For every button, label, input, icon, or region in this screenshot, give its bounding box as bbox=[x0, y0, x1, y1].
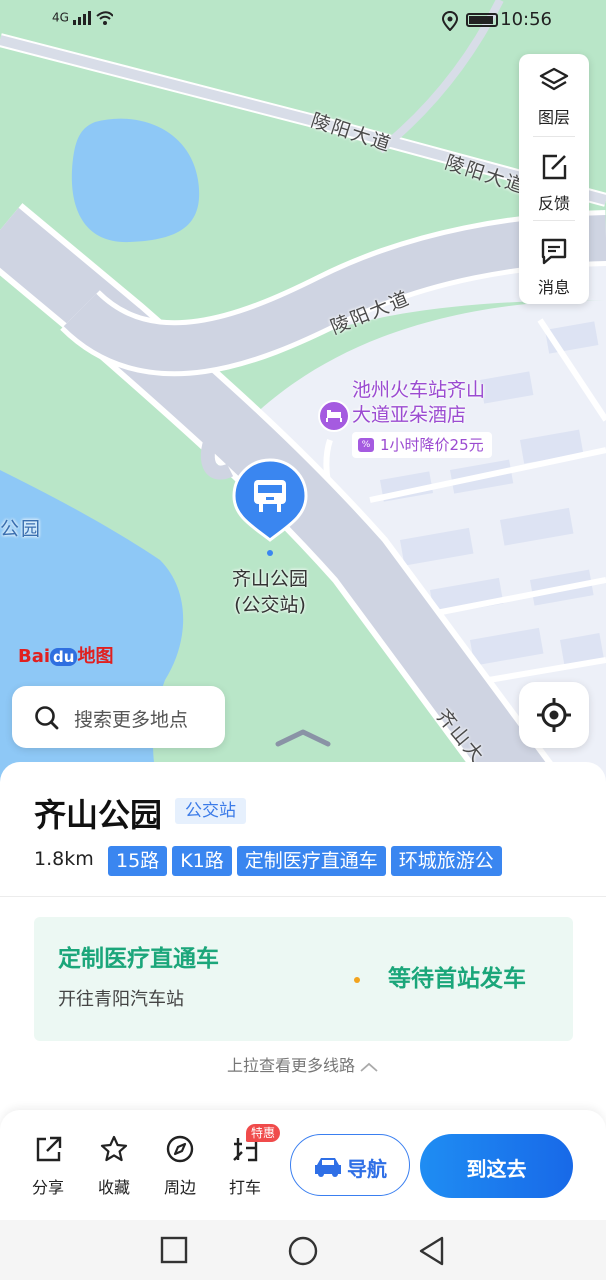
message-icon bbox=[541, 238, 567, 265]
bus-stop-label: 齐山公园 (公交站) bbox=[231, 568, 308, 616]
status-bar: 4G 10:56 bbox=[0, 0, 606, 40]
favorite-button[interactable]: 收藏 bbox=[84, 1132, 144, 1202]
locate-me-button[interactable] bbox=[519, 682, 589, 748]
park-label: 公园 bbox=[0, 518, 43, 540]
cellular-signal-icon: 4G bbox=[52, 10, 114, 26]
recent-apps-square-icon[interactable] bbox=[160, 1236, 188, 1264]
special-offer-badge: 特惠 bbox=[246, 1124, 281, 1142]
car-icon bbox=[315, 1158, 341, 1177]
location-status-icon bbox=[441, 11, 459, 31]
layers-icon bbox=[539, 67, 569, 91]
route-tag[interactable]: 15路 bbox=[108, 846, 168, 876]
messages-button[interactable]: 消息 bbox=[519, 226, 589, 304]
bus-line-card[interactable]: 定制医疗直通车 开往青阳汽车站 等待首站发车 bbox=[34, 917, 573, 1041]
share-button[interactable]: 分享 bbox=[18, 1132, 78, 1202]
bus-stop-pin-icon[interactable] bbox=[232, 456, 308, 556]
sheet-expand-chevron-icon[interactable] bbox=[275, 728, 331, 748]
navigation-button[interactable]: 导航 bbox=[290, 1134, 410, 1196]
nearby-button[interactable]: 周边 bbox=[150, 1132, 210, 1202]
route-tags: 15路 K1路 定制医疗直通车 环城旅游公 bbox=[108, 846, 568, 876]
divider bbox=[0, 896, 606, 897]
system-navigation-bar bbox=[0, 1220, 606, 1280]
share-icon bbox=[36, 1136, 62, 1162]
home-circle-icon[interactable] bbox=[288, 1236, 318, 1266]
feedback-edit-icon bbox=[542, 154, 567, 180]
discount-tag-icon: % bbox=[358, 438, 374, 452]
star-icon bbox=[100, 1135, 128, 1162]
map-base bbox=[0, 0, 606, 790]
taxi-button[interactable]: 打车 bbox=[215, 1132, 275, 1202]
distance-text: 1.8km bbox=[34, 848, 94, 870]
back-triangle-icon[interactable] bbox=[418, 1236, 446, 1266]
bus-line-direction: 开往青阳汽车站 bbox=[58, 989, 184, 1010]
search-input[interactable]: 搜索更多地点 bbox=[12, 686, 225, 748]
crosshair-locate-icon bbox=[537, 698, 571, 732]
bus-line-name: 定制医疗直通车 bbox=[58, 946, 219, 972]
map-tool-panel: 图层 反馈 消息 bbox=[519, 54, 589, 304]
place-title: 齐山公园 bbox=[34, 796, 163, 834]
search-placeholder: 搜索更多地点 bbox=[74, 709, 189, 731]
place-detail-sheet[interactable]: 齐山公园 公交站 1.8km 15路 K1路 定制医疗直通车 环城旅游公 定制医疗直通… bbox=[0, 762, 606, 1110]
battery-icon bbox=[466, 13, 498, 27]
hotel-poi-name[interactable]: 池州火车站齐山 大道亚朵酒店 bbox=[352, 378, 485, 428]
compass-icon bbox=[166, 1135, 194, 1163]
feedback-button[interactable]: 反馈 bbox=[519, 142, 589, 220]
route-tag[interactable]: K1路 bbox=[172, 846, 232, 876]
place-type-badge: 公交站 bbox=[175, 798, 246, 824]
hotel-promo-badge[interactable]: % 1小时降价25元 bbox=[352, 432, 492, 458]
search-icon bbox=[35, 706, 59, 730]
go-here-button[interactable]: 到这去 bbox=[420, 1134, 573, 1198]
bus-line-status: 等待首站发车 bbox=[388, 966, 526, 992]
baidu-map-logo: Bai du 地图 bbox=[18, 646, 114, 667]
route-tag[interactable]: 环城旅游公 bbox=[390, 846, 502, 876]
loading-dot-icon bbox=[354, 977, 360, 983]
hotel-bed-icon[interactable] bbox=[318, 400, 350, 432]
pull-up-more-lines[interactable]: 上拉查看更多线路 bbox=[0, 1052, 606, 1076]
action-bar: 分享 收藏 周边 打车 特惠 导航 到这去 bbox=[0, 1110, 606, 1220]
layers-button[interactable]: 图层 bbox=[519, 56, 589, 134]
map-view[interactable]: 陵阳大道 陵阳大道 陵阳大道 齐山大 公园 池州火车站齐山 大道亚朵酒店 % 1… bbox=[0, 0, 606, 790]
chevron-up-icon bbox=[360, 1062, 378, 1072]
route-tag[interactable]: 定制医疗直通车 bbox=[236, 846, 386, 876]
clock: 10:56 bbox=[500, 9, 552, 30]
